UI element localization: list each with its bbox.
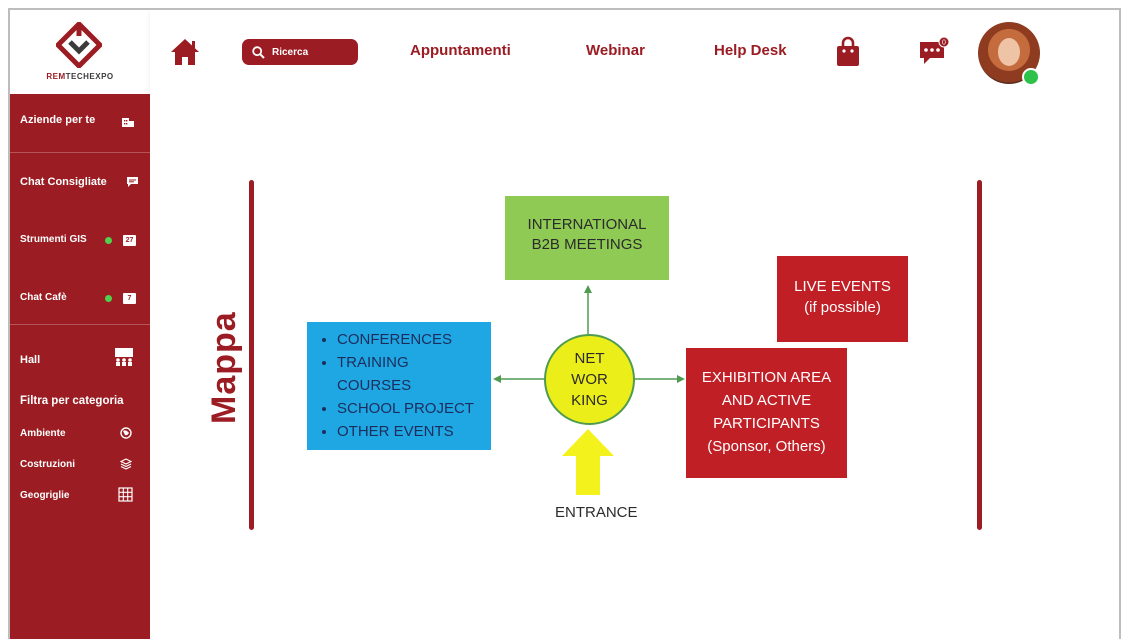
building-icon xyxy=(122,118,134,127)
top-navigation-bar: Appuntamenti Webinar Help Desk 0 xyxy=(150,10,1119,94)
zone-conferences[interactable]: CONFERENCES TRAINING COURSES SCHOOL PROJE… xyxy=(307,322,491,450)
sidebar-item-hall[interactable]: Hall xyxy=(10,348,150,366)
nav-webinar[interactable]: Webinar xyxy=(586,42,645,59)
arrow-left-head xyxy=(493,375,501,383)
grid-icon xyxy=(118,487,133,502)
category-label: Geogriglie xyxy=(20,490,70,501)
sidebar-item-label: Chat Cafè xyxy=(20,292,67,303)
sidebar-item-label: Strumenti GIS xyxy=(20,234,87,245)
events-list-item: TRAINING COURSES xyxy=(337,351,491,397)
sidebar-divider xyxy=(10,324,150,325)
zone-label-line: WOR xyxy=(571,371,608,388)
brand-name-part-3: EXPO xyxy=(89,72,114,81)
brand-logo-icon xyxy=(56,22,102,68)
online-dot xyxy=(105,295,112,302)
brand-name-part-2: TECH xyxy=(65,72,90,81)
zone-label-line: (if possible) xyxy=(804,299,881,316)
entrance-label: ENTRANCE xyxy=(555,504,638,521)
zone-live-events[interactable]: LIVE EVENTS (if possible) xyxy=(777,256,908,342)
app-window: REMTECHEXPO Appuntamenti Webinar Help De… xyxy=(8,8,1121,639)
map-area: Mappa INTERNATIONAL B2B MEETINGS LIVE EV… xyxy=(150,94,1119,639)
home-icon[interactable] xyxy=(170,38,200,66)
zone-b2b-meetings[interactable]: INTERNATIONAL B2B MEETINGS xyxy=(505,196,669,280)
sidebar-item-strumenti-gis[interactable]: Strumenti GIS 27 xyxy=(10,234,150,246)
zone-label-line: B2B MEETINGS xyxy=(531,236,643,253)
sidebar-divider xyxy=(10,152,150,153)
search-icon xyxy=(252,45,265,59)
zone-label-line: (Sponsor, Others) xyxy=(707,438,826,455)
online-dot xyxy=(105,237,112,244)
sidebar: Aziende per te Chat Consigliate Strument… xyxy=(10,94,150,639)
sidebar-item-label: Chat Consigliate xyxy=(20,176,107,188)
sidebar-item-chat-consigliate[interactable]: Chat Consigliate xyxy=(10,176,150,188)
zone-label-line: PARTICIPANTS xyxy=(713,415,820,432)
arrow-right-head xyxy=(677,375,685,383)
sidebar-item-aziende[interactable]: Aziende per te xyxy=(10,114,150,127)
search-box[interactable] xyxy=(242,39,358,65)
chat-bubble-icon[interactable]: 0 xyxy=(918,36,950,66)
events-list-item-text: TRAINING xyxy=(337,354,409,371)
events-list-item: SCHOOL PROJECT xyxy=(337,397,491,420)
zone-label-line: LIVE EVENTS xyxy=(794,278,891,295)
nav-appuntamenti[interactable]: Appuntamenti xyxy=(410,42,511,59)
events-list-item-text: COURSES xyxy=(337,377,412,394)
sidebar-item-label: Aziende per te xyxy=(20,114,96,126)
zone-exhibition-area[interactable]: EXHIBITION AREA AND ACTIVE PARTICIPANTS … xyxy=(686,348,847,478)
online-status-dot xyxy=(1022,68,1040,86)
sidebar-item-chat-cafe[interactable]: Chat Cafè 7 xyxy=(10,292,150,304)
avatar-face xyxy=(998,38,1020,66)
events-list-item: OTHER EVENTS xyxy=(337,420,491,443)
sidebar-item-label: Hall xyxy=(20,354,41,366)
hall-people-icon xyxy=(115,348,133,366)
map-arrows xyxy=(493,285,685,495)
brand-name: REMTECHEXPO xyxy=(10,72,150,81)
count-badge: 7 xyxy=(123,293,136,304)
category-label: Ambiente xyxy=(20,428,66,439)
zone-label-line: INTERNATIONAL xyxy=(527,216,647,233)
chat-badge-count: 0 xyxy=(942,40,946,47)
category-ambiente[interactable]: Ambiente xyxy=(10,427,150,439)
layers-icon xyxy=(120,458,132,470)
shopping-bag-icon[interactable] xyxy=(834,36,862,68)
nav-help-desk[interactable]: Help Desk xyxy=(714,42,787,59)
search-input[interactable] xyxy=(270,45,354,59)
environment-icon xyxy=(120,427,132,439)
zone-networking[interactable]: NET WOR KING xyxy=(544,334,635,425)
arrow-up-head xyxy=(584,285,592,293)
category-label: Costruzioni xyxy=(20,459,75,470)
zone-label-line: AND ACTIVE xyxy=(721,392,812,409)
zone-label-line: KING xyxy=(571,392,608,409)
message-icon xyxy=(127,177,138,187)
entrance-arrow-icon xyxy=(562,429,614,495)
brand-name-part-1: REM xyxy=(46,72,66,81)
zone-label-line: EXHIBITION AREA xyxy=(701,369,832,386)
category-geogriglie[interactable]: Geogriglie xyxy=(10,487,150,502)
events-list: CONFERENCES TRAINING COURSES SCHOOL PROJE… xyxy=(315,328,491,443)
filter-heading-label: Filtra per categoria xyxy=(20,395,124,407)
count-badge: 27 xyxy=(123,235,136,246)
zone-label-line: NET xyxy=(574,350,605,367)
filter-heading: Filtra per categoria xyxy=(10,395,150,407)
logo-area[interactable]: REMTECHEXPO xyxy=(10,10,151,94)
category-costruzioni[interactable]: Costruzioni xyxy=(10,458,150,470)
events-list-item: CONFERENCES xyxy=(337,328,491,351)
